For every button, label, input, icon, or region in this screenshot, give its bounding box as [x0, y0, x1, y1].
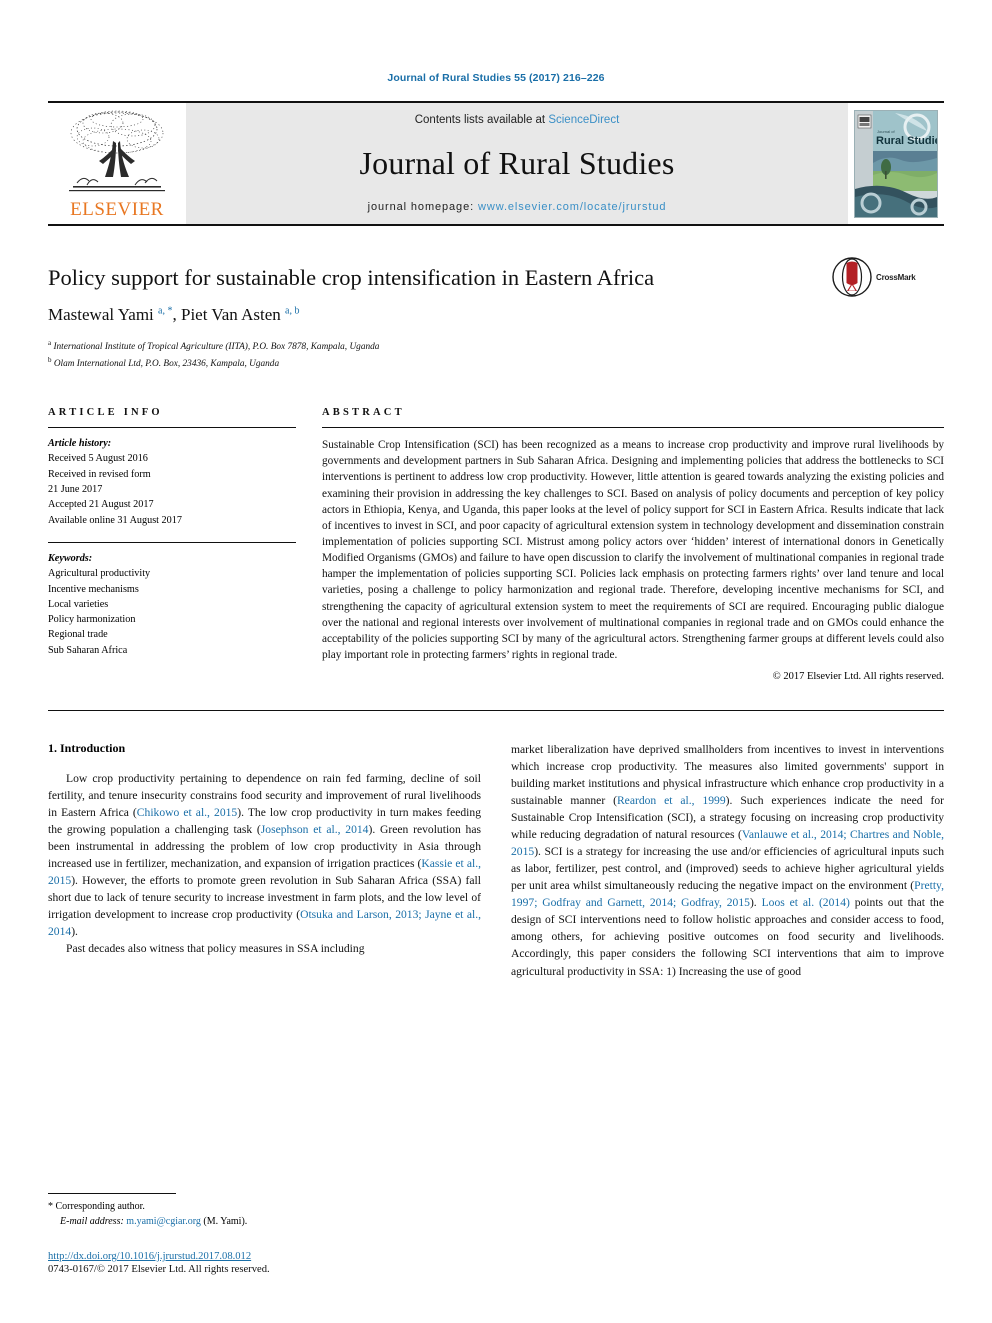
- body-column-right: market liberalization have deprived smal…: [511, 741, 944, 979]
- paragraph: market liberalization have deprived smal…: [511, 743, 944, 978]
- keyword-item: Sub Saharan Africa: [48, 644, 128, 656]
- sciencedirect-link[interactable]: ScienceDirect: [548, 114, 619, 126]
- affiliation-b-text: Olam International Ltd, P.O. Box, 23436,…: [53, 358, 280, 369]
- title-block: Policy support for sustainable crop inte…: [48, 257, 944, 371]
- abstract-text: Sustainable Crop Intensification (SCI) h…: [322, 439, 944, 661]
- journal-homepage-link[interactable]: www.elsevier.com/locate/jrurstud: [478, 201, 666, 213]
- keywords-label: Keywords:: [48, 552, 93, 564]
- keyword-item: Local varieties: [48, 598, 109, 610]
- history-item: Accepted 21 August 2017: [48, 499, 154, 511]
- keyword-item: Policy harmonization: [48, 614, 136, 626]
- corresponding-author-text: Corresponding author.: [55, 1201, 145, 1212]
- section-heading-introduction: 1. Introduction: [48, 741, 126, 756]
- email-link[interactable]: m.yami@cgiar.org: [126, 1216, 201, 1227]
- abstract-heading: ABSTRACT: [322, 407, 405, 419]
- abstract-column: ABSTRACT Sustainable Crop Intensificatio…: [322, 407, 944, 682]
- homepage-prefix: journal homepage:: [367, 201, 479, 213]
- page-title: Policy support for sustainable crop inte…: [48, 265, 655, 290]
- crossmark-label: CrossMark: [876, 272, 916, 282]
- footnote-rule: [48, 1193, 176, 1194]
- corresponding-author-line: * Corresponding author.: [48, 1200, 478, 1215]
- elsevier-tree-icon: [69, 110, 165, 192]
- crossmark-badge[interactable]: CrossMark: [832, 256, 944, 298]
- keyword-item: Regional trade: [48, 629, 108, 641]
- journal-homepage-line: journal homepage: www.elsevier.com/locat…: [368, 201, 667, 213]
- article-info-heading: ARTICLE INFO: [48, 407, 163, 419]
- email-owner: (M. Yami).: [203, 1215, 248, 1227]
- masthead-center: Contents lists available at ScienceDirec…: [186, 103, 848, 224]
- contents-list-line: Contents lists available at ScienceDirec…: [415, 114, 620, 126]
- contents-prefix: Contents lists available at: [414, 114, 549, 126]
- svg-text:Journal of: Journal of: [877, 129, 895, 134]
- page-footer: * Corresponding author. E-mail address: …: [48, 1193, 478, 1275]
- issn-copyright-line: 0743-0167/© 2017 Elsevier Ltd. All right…: [48, 1264, 270, 1275]
- paragraph: Past decades also witness that policy me…: [66, 942, 365, 956]
- cover-image: Journal of Rural Studies: [854, 109, 938, 218]
- body-column-left: 1. Introduction Low crop productivity pe…: [48, 741, 481, 979]
- crossmark-icon: [832, 257, 872, 297]
- affiliation-b: b Olam International Ltd, P.O. Box, 2343…: [48, 355, 280, 369]
- paragraph: Low crop productivity pertaining to depe…: [48, 772, 482, 939]
- asterisk-icon: *: [48, 1201, 53, 1212]
- article-history-label: Article history:: [48, 438, 112, 450]
- affiliations: a International Institute of Tropical Ag…: [48, 338, 944, 371]
- cover-art-icon: Journal of Rural Studies: [855, 110, 937, 217]
- journal-cover-thumbnail: Journal of Rural Studies: [848, 103, 944, 224]
- journal-masthead: ELSEVIER Contents lists available at Sci…: [48, 101, 944, 226]
- journal-title: Journal of Rural Studies: [359, 145, 675, 181]
- author-list: Mastewal Yami a, *, Piet Van Asten a, b: [48, 305, 300, 324]
- running-head: Journal of Rural Studies 55 (2017) 216–2…: [387, 72, 605, 84]
- affiliation-a: a International Institute of Tropical Ag…: [48, 339, 380, 353]
- keyword-item: Incentive mechanisms: [48, 583, 139, 595]
- corresponding-author-note: * Corresponding author. E-mail address: …: [48, 1200, 478, 1229]
- article-info-column: ARTICLE INFO Article history: Received 5…: [48, 407, 296, 682]
- article-page: Journal of Rural Studies 55 (2017) 216–2…: [0, 0, 992, 1323]
- copyright-line: © 2017 Elsevier Ltd. All rights reserved…: [772, 671, 944, 683]
- elsevier-wordmark: ELSEVIER: [70, 199, 164, 220]
- elsevier-logo: ELSEVIER: [48, 103, 186, 224]
- history-item: 21 June 2017: [48, 484, 103, 496]
- svg-text:Rural Studies: Rural Studies: [876, 135, 937, 147]
- info-abstract-section: ARTICLE INFO Article history: Received 5…: [48, 407, 944, 682]
- history-item: Received in revised form: [48, 468, 151, 480]
- keywords-list: Keywords: Agricultural productivity Ince…: [48, 543, 296, 658]
- history-item: Available online 31 August 2017: [48, 514, 182, 526]
- email-line: E-mail address: m.yami@cgiar.org (M. Yam…: [48, 1215, 478, 1230]
- body-separator: [48, 710, 944, 712]
- affiliation-a-text: International Institute of Tropical Agri…: [53, 342, 380, 353]
- keyword-item: Agricultural productivity: [48, 568, 151, 580]
- history-item: Received 5 August 2016: [48, 453, 148, 465]
- article-history: Article history: Received 5 August 2016 …: [48, 428, 296, 542]
- email-label: E-mail address:: [60, 1215, 124, 1227]
- doi-link[interactable]: http://dx.doi.org/10.1016/j.jrurstud.201…: [48, 1251, 478, 1262]
- body-columns: 1. Introduction Low crop productivity pe…: [48, 741, 944, 979]
